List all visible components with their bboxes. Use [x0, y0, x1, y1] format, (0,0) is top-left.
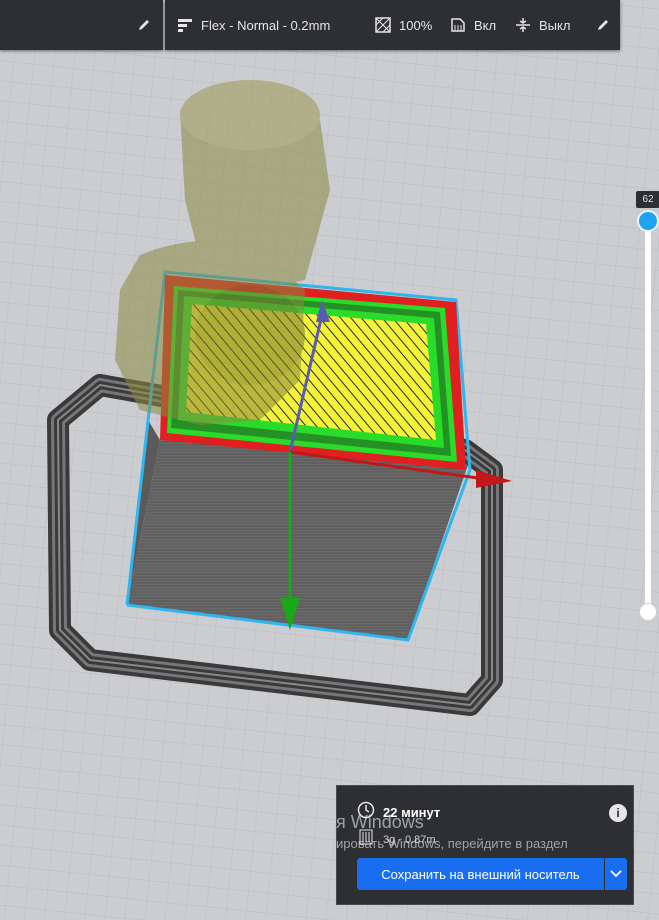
adhesion-setting[interactable]: Выкл: [515, 0, 570, 50]
toolbar-left: [0, 0, 163, 50]
activation-watermark-text: ировать Windows, перейдите в раздел: [336, 836, 568, 851]
edit-settings-pencil-icon[interactable]: [595, 0, 611, 50]
support-setting[interactable]: Вкл: [450, 0, 496, 50]
support-value: Вкл: [474, 17, 497, 33]
support-icon: [450, 17, 466, 33]
layer-number-badge: 62: [636, 191, 659, 208]
3d-viewport[interactable]: [0, 0, 659, 920]
info-icon[interactable]: i: [609, 804, 627, 822]
adhesion-value: Выкл: [539, 17, 571, 33]
layer-slider-top-handle[interactable]: [639, 212, 657, 230]
adhesion-icon: [515, 17, 531, 33]
chevron-down-icon: [610, 870, 622, 878]
save-options-dropdown[interactable]: [605, 858, 627, 890]
profile-icon: [177, 17, 193, 33]
infill-icon: [375, 17, 391, 33]
activation-watermark-title: я Windows: [336, 812, 424, 832]
infill-setting[interactable]: 100%: [375, 0, 432, 50]
infill-value: 100%: [399, 17, 433, 33]
layer-slider-track[interactable]: [645, 214, 651, 614]
edit-pencil-icon[interactable]: [136, 0, 152, 50]
layer-slider-bottom-handle[interactable]: [639, 603, 657, 621]
save-to-removable-button[interactable]: Сохранить на внешний носитель: [357, 858, 604, 890]
profile-selector[interactable]: Flex - Normal - 0.2mm: [177, 0, 330, 50]
profile-label: Flex - Normal - 0.2mm: [201, 17, 331, 33]
print-settings-bar[interactable]: Flex - Normal - 0.2mm 100% Вкл Выкл: [165, 0, 620, 50]
